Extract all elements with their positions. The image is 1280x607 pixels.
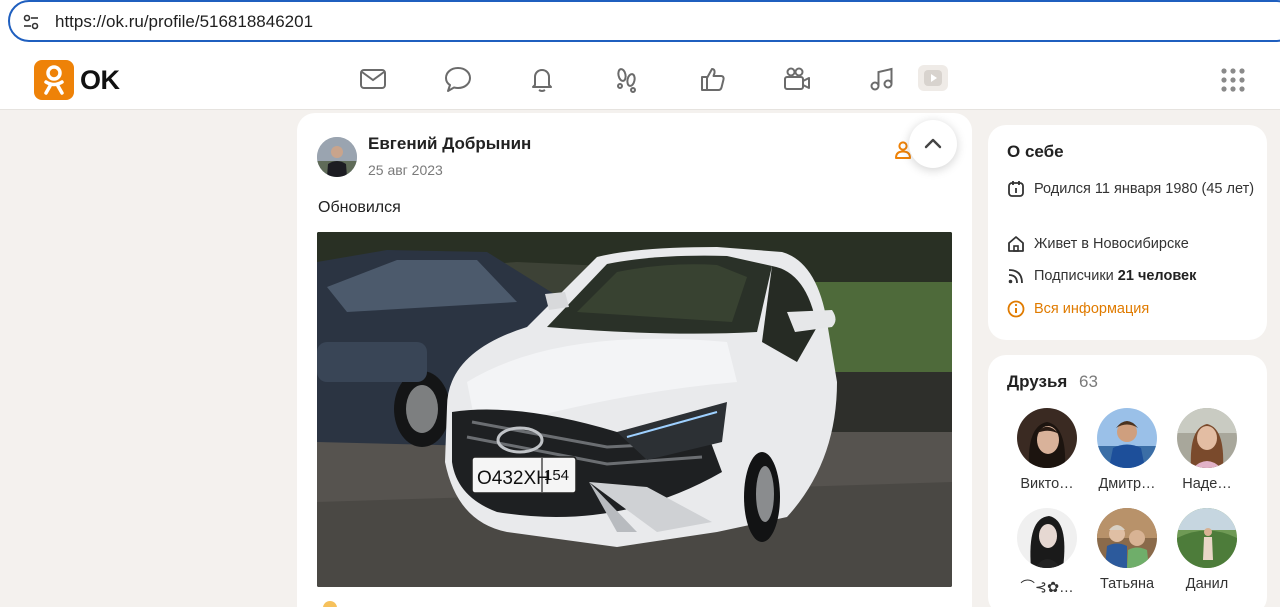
- subscribers-label: Подписчики: [1034, 268, 1114, 284]
- friend-avatar[interactable]: [1177, 508, 1237, 568]
- friend-name[interactable]: Данил: [1172, 576, 1242, 592]
- friend-avatar[interactable]: [1097, 408, 1157, 468]
- info-icon: [1007, 300, 1025, 318]
- chevron-up-icon: [924, 138, 942, 149]
- plate-region: 154: [544, 467, 569, 484]
- music-icon[interactable]: [867, 64, 897, 94]
- friend-name[interactable]: Татьяна: [1092, 576, 1162, 592]
- friend-item[interactable]: Татьяна: [1092, 508, 1162, 592]
- address-bar[interactable]: https://ok.ru/profile/516818846201: [8, 0, 1280, 42]
- feed-post: Евгений Добрынин 25 авг 2023 Обновился О…: [297, 113, 972, 607]
- reaction-icon[interactable]: [323, 601, 337, 607]
- location-info: Живет в Новосибирске: [1007, 233, 1257, 255]
- video-camera-icon[interactable]: [782, 64, 812, 94]
- top-navigation: OK: [0, 48, 1280, 110]
- apps-grid-icon[interactable]: [1220, 67, 1246, 93]
- plate-number: О432ХН: [477, 468, 550, 489]
- bell-icon[interactable]: [527, 64, 557, 94]
- friend-name[interactable]: ⌒⊰✿…: [1012, 576, 1082, 597]
- friends-count[interactable]: 63: [1079, 372, 1098, 392]
- site-settings-icon[interactable]: [21, 12, 41, 32]
- friend-item[interactable]: Дмитр…: [1092, 408, 1162, 492]
- friend-avatar[interactable]: [1017, 508, 1077, 568]
- friend-item[interactable]: Викто…: [1012, 408, 1082, 492]
- like-icon[interactable]: [698, 64, 728, 94]
- location-text: Живет в Новосибирске: [1034, 236, 1189, 252]
- scroll-to-top-button[interactable]: [909, 120, 957, 168]
- post-text: Обновился: [318, 199, 401, 216]
- ok-logo-icon[interactable]: [34, 60, 74, 100]
- about-card: О себе Родился 11 января 1980 (45 лет) Ж…: [988, 125, 1267, 340]
- subscribers-count[interactable]: 21 человек: [1118, 268, 1197, 284]
- calendar-icon: [1007, 180, 1025, 198]
- friend-avatar[interactable]: [1177, 408, 1237, 468]
- author-avatar[interactable]: [317, 137, 357, 177]
- birth-text: Родился 11 января 1980 (45 лет): [1034, 181, 1255, 197]
- all-info-text[interactable]: Вся информация: [1034, 298, 1257, 320]
- friend-name[interactable]: Викто…: [1012, 476, 1082, 492]
- all-info-link[interactable]: Вся информация: [1007, 298, 1257, 320]
- friends-card: Друзья 63 Викто… Дмитр… Наде… ⌒⊰✿… Татья…: [988, 355, 1267, 607]
- rss-icon: [1007, 267, 1025, 285]
- friend-avatar[interactable]: [1017, 408, 1077, 468]
- post-author-name[interactable]: Евгений Добрынин: [368, 134, 531, 154]
- about-title: О себе: [1007, 142, 1064, 161]
- post-photo[interactable]: О432ХН 154: [317, 232, 952, 587]
- friend-item[interactable]: Наде…: [1172, 408, 1242, 492]
- url-text[interactable]: https://ok.ru/profile/516818846201: [55, 12, 313, 32]
- video-play-icon[interactable]: [918, 65, 948, 91]
- home-icon: [1007, 235, 1025, 253]
- birth-info: Родился 11 января 1980 (45 лет): [1007, 178, 1257, 200]
- chat-icon[interactable]: [443, 64, 473, 94]
- friend-name[interactable]: Наде…: [1172, 476, 1242, 492]
- post-date[interactable]: 25 авг 2023: [368, 162, 443, 178]
- friend-name[interactable]: Дмитр…: [1092, 476, 1162, 492]
- mail-icon[interactable]: [358, 64, 388, 94]
- logo-text[interactable]: OK: [80, 65, 120, 96]
- friend-item[interactable]: ⌒⊰✿…: [1012, 508, 1082, 597]
- subscribers-info[interactable]: Подписчики 21 человек: [1007, 265, 1257, 287]
- browser-toolbar: https://ok.ru/profile/516818846201: [0, 0, 1280, 48]
- friend-item[interactable]: Данил: [1172, 508, 1242, 592]
- friend-avatar[interactable]: [1097, 508, 1157, 568]
- footprints-icon[interactable]: [612, 64, 642, 94]
- friends-title[interactable]: Друзья: [1007, 372, 1067, 392]
